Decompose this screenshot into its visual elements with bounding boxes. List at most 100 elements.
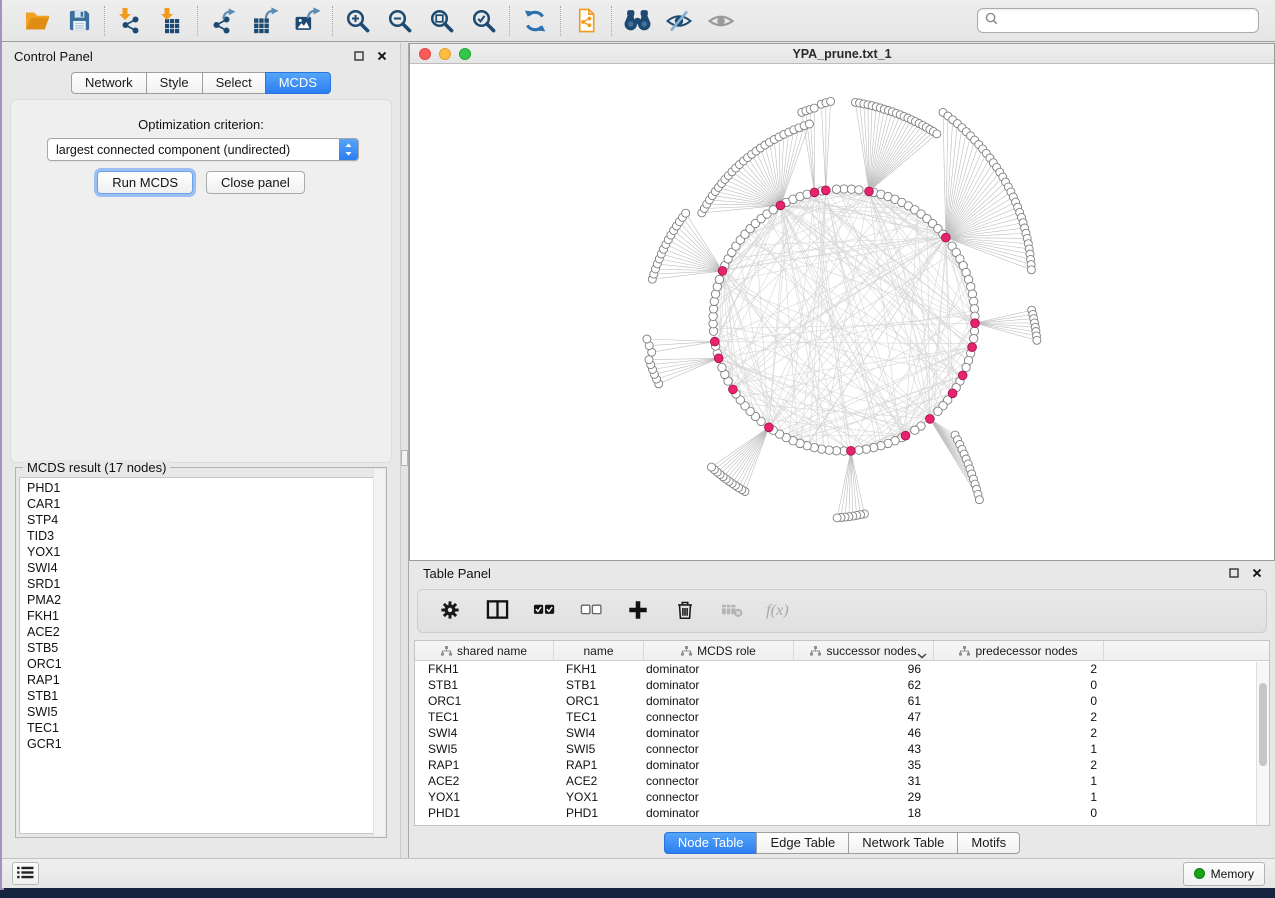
cell-successor-nodes[interactable]: 31 (794, 774, 934, 788)
close-panel-action-button[interactable]: Close panel (206, 171, 305, 194)
cell-predecessor-nodes[interactable]: 0 (934, 694, 1104, 708)
search-input[interactable] (1003, 14, 1251, 28)
tab-mcds[interactable]: MCDS (265, 72, 331, 94)
import-table-button[interactable] (157, 6, 187, 36)
cell-successor-nodes[interactable]: 29 (794, 790, 934, 804)
cell-successor-nodes[interactable]: 46 (794, 726, 934, 740)
mcds-result-item[interactable]: CAR1 (27, 496, 382, 512)
tab-select[interactable]: Select (202, 72, 266, 94)
mcds-result-item[interactable]: PMA2 (27, 592, 382, 608)
cell-name[interactable]: PHD1 (554, 806, 644, 820)
cell-predecessor-nodes[interactable]: 2 (934, 710, 1104, 724)
mcds-result-item[interactable]: FKH1 (27, 608, 382, 624)
scrollbar-thumb[interactable] (1259, 683, 1267, 766)
cell-successor-nodes[interactable]: 35 (794, 758, 934, 772)
cell-shared-name[interactable]: YOX1 (415, 790, 554, 804)
cell-predecessor-nodes[interactable]: 1 (934, 790, 1104, 804)
cell-mcds-role[interactable]: connector (644, 774, 794, 788)
table-row-phd1[interactable]: PHD1PHD1dominator180 (415, 805, 1269, 821)
cell-successor-nodes[interactable]: 43 (794, 742, 934, 756)
cell-shared-name[interactable]: PHD1 (415, 806, 554, 820)
mcds-result-item[interactable]: SRD1 (27, 576, 382, 592)
cell-successor-nodes[interactable]: 62 (794, 678, 934, 692)
cell-successor-nodes[interactable]: 47 (794, 710, 934, 724)
cell-shared-name[interactable]: ORC1 (415, 694, 554, 708)
cell-name[interactable]: FKH1 (554, 662, 644, 676)
mcds-result-item[interactable]: ACE2 (27, 624, 382, 640)
table-row-yox1[interactable]: YOX1YOX1connector291 (415, 789, 1269, 805)
cell-mcds-role[interactable]: connector (644, 790, 794, 804)
mcds-result-list[interactable]: PHD1CAR1STP4TID3YOX1SWI4SRD1PMA2FKH1ACE2… (19, 477, 383, 834)
cell-predecessor-nodes[interactable]: 2 (934, 726, 1104, 740)
table-row-ace2[interactable]: ACE2ACE2connector311 (415, 773, 1269, 789)
column-header-shared-name[interactable]: shared name (415, 641, 554, 660)
cell-mcds-role[interactable]: connector (644, 742, 794, 756)
cell-name[interactable]: SWI4 (554, 726, 644, 740)
cell-successor-nodes[interactable]: 61 (794, 694, 934, 708)
deselect-all-button[interactable] (578, 598, 604, 624)
table-row-tec1[interactable]: TEC1TEC1connector472 (415, 709, 1269, 725)
cell-name[interactable]: ACE2 (554, 774, 644, 788)
table-scrollbar[interactable] (1256, 662, 1269, 825)
cell-shared-name[interactable]: STB1 (415, 678, 554, 692)
cell-predecessor-nodes[interactable]: 2 (934, 662, 1104, 676)
network-canvas[interactable] (410, 64, 1274, 560)
export-image-button[interactable] (292, 6, 322, 36)
save-session-button[interactable] (64, 6, 94, 36)
cell-mcds-role[interactable]: dominator (644, 758, 794, 772)
select-all-button[interactable] (531, 598, 557, 624)
mcds-result-item[interactable]: STB1 (27, 688, 382, 704)
cell-shared-name[interactable]: RAP1 (415, 758, 554, 772)
cell-name[interactable]: RAP1 (554, 758, 644, 772)
table-row-fkh1[interactable]: FKH1FKH1dominator962 (415, 661, 1269, 677)
cell-mcds-role[interactable]: connector (644, 710, 794, 724)
table-row-swi5[interactable]: SWI5SWI5connector431 (415, 741, 1269, 757)
zoom-selected-button[interactable] (469, 6, 499, 36)
cell-name[interactable]: SWI5 (554, 742, 644, 756)
splitter-grip[interactable] (401, 450, 408, 466)
tab-network-table[interactable]: Network Table (848, 832, 958, 854)
cell-successor-nodes[interactable]: 96 (794, 662, 934, 676)
column-header-predecessor-nodes[interactable]: predecessor nodes (934, 641, 1104, 660)
tab-motifs[interactable]: Motifs (957, 832, 1020, 854)
float-table-panel-button[interactable] (1228, 567, 1240, 579)
cell-predecessor-nodes[interactable]: 2 (934, 758, 1104, 772)
column-header-name[interactable]: name (554, 641, 644, 660)
zoom-in-button[interactable] (343, 6, 373, 36)
import-network-button[interactable] (115, 6, 145, 36)
tab-edge-table[interactable]: Edge Table (756, 832, 849, 854)
export-network-button[interactable] (208, 6, 238, 36)
table-row-orc1[interactable]: ORC1ORC1dominator610 (415, 693, 1269, 709)
mcds-result-item[interactable]: GCR1 (27, 736, 382, 752)
cell-name[interactable]: TEC1 (554, 710, 644, 724)
mcds-result-item[interactable]: RAP1 (27, 672, 382, 688)
cell-name[interactable]: STB1 (554, 678, 644, 692)
memory-button[interactable]: Memory (1183, 862, 1265, 886)
close-table-panel-button[interactable] (1251, 567, 1263, 579)
cell-predecessor-nodes[interactable]: 0 (934, 678, 1104, 692)
cell-mcds-role[interactable]: dominator (644, 806, 794, 820)
cell-shared-name[interactable]: SWI5 (415, 742, 554, 756)
mcds-result-item[interactable]: SWI5 (27, 704, 382, 720)
table-settings-button[interactable] (437, 598, 463, 624)
column-header-mcds-role[interactable]: MCDS role (644, 641, 794, 660)
run-mcds-button[interactable]: Run MCDS (97, 171, 193, 194)
cell-predecessor-nodes[interactable]: 1 (934, 774, 1104, 788)
zoom-out-button[interactable] (385, 6, 415, 36)
float-panel-button[interactable] (353, 50, 365, 62)
table-row-swi4[interactable]: SWI4SWI4dominator462 (415, 725, 1269, 741)
mcds-result-item[interactable]: STB5 (27, 640, 382, 656)
mcds-result-item[interactable]: TEC1 (27, 720, 382, 736)
tab-network[interactable]: Network (71, 72, 147, 94)
cell-mcds-role[interactable]: dominator (644, 726, 794, 740)
cell-name[interactable]: ORC1 (554, 694, 644, 708)
export-table-button[interactable] (250, 6, 280, 36)
cell-shared-name[interactable]: FKH1 (415, 662, 554, 676)
panel-splitter[interactable] (400, 43, 409, 858)
open-file-button[interactable] (22, 6, 52, 36)
cell-shared-name[interactable]: TEC1 (415, 710, 554, 724)
optimization-criterion-select[interactable]: largest connected component (undirected) (47, 138, 359, 161)
cell-predecessor-nodes[interactable]: 0 (934, 806, 1104, 820)
find-neighbors-button[interactable] (622, 6, 652, 36)
mcds-result-item[interactable]: TID3 (27, 528, 382, 544)
